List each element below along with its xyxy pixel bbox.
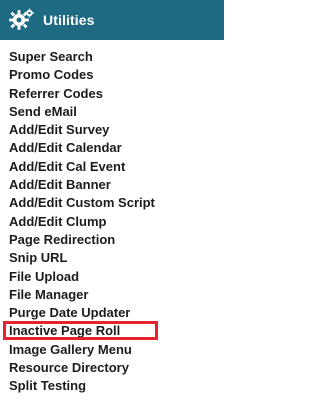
menu-item-add-edit-banner[interactable]: Add/Edit Banner [0,176,224,194]
utilities-menu-panel: Utilities Super Search Promo Codes Refer… [0,0,224,412]
menu-item-add-edit-cal-event[interactable]: Add/Edit Cal Event [0,158,224,176]
utilities-menu-list: Super Search Promo Codes Referrer Codes … [0,48,224,396]
menu-item-snip-url[interactable]: Snip URL [0,249,224,267]
menu-item-add-edit-clump[interactable]: Add/Edit Clump [0,213,224,231]
menu-item-file-upload[interactable]: File Upload [0,268,224,286]
utilities-header[interactable]: Utilities [0,0,224,40]
menu-item-promo-codes[interactable]: Promo Codes [0,66,224,84]
header-title: Utilities [43,12,95,28]
menu-item-page-redirection[interactable]: Page Redirection [0,231,224,249]
menu-item-add-edit-calendar[interactable]: Add/Edit Calendar [0,139,224,157]
menu-item-purge-date-updater[interactable]: Purge Date Updater [0,304,224,322]
menu-item-send-email[interactable]: Send eMail [0,103,224,121]
menu-item-add-edit-survey[interactable]: Add/Edit Survey [0,121,224,139]
menu-item-file-manager[interactable]: File Manager [0,286,224,304]
menu-item-referrer-codes[interactable]: Referrer Codes [0,85,224,103]
menu-item-inactive-page-roll[interactable]: Inactive Page Roll [0,321,224,341]
menu-item-image-gallery-menu[interactable]: Image Gallery Menu [0,341,224,359]
gear-icon [9,8,34,30]
menu-item-add-edit-custom-script[interactable]: Add/Edit Custom Script [0,194,224,212]
menu-item-resource-directory[interactable]: Resource Directory [0,359,224,377]
menu-item-super-search[interactable]: Super Search [0,48,224,66]
menu-item-split-testing[interactable]: Split Testing [0,377,224,395]
